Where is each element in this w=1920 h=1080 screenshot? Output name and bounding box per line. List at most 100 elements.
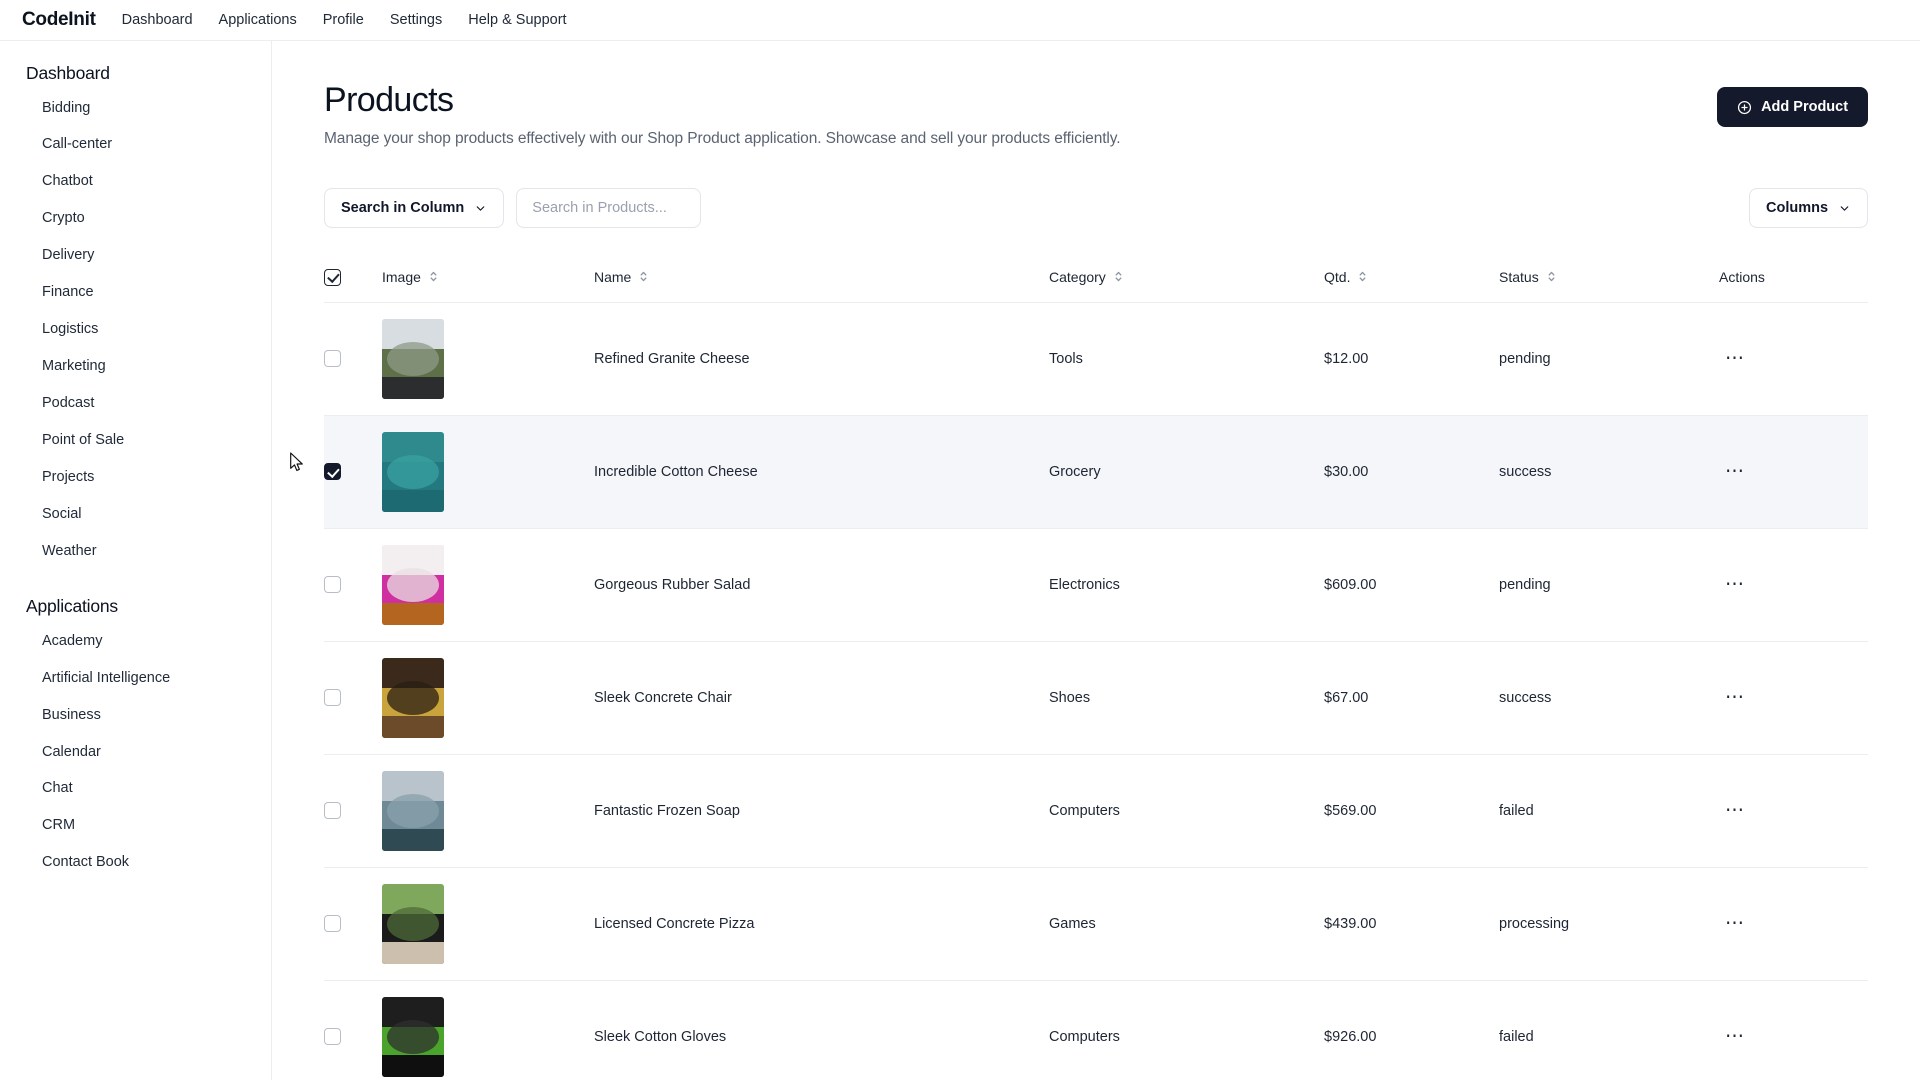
sidebar-item-contact-book[interactable]: Contact Book bbox=[0, 845, 271, 882]
header-label-actions: Actions bbox=[1719, 269, 1765, 285]
table-row[interactable]: Fantastic Frozen SoapComputers$569.00fai… bbox=[324, 754, 1868, 867]
cell-product-name: Sleek Cotton Gloves bbox=[594, 980, 1049, 1080]
cell-image bbox=[382, 754, 594, 867]
table-row[interactable]: Refined Granite CheeseTools$12.00pending… bbox=[324, 302, 1868, 415]
columns-dropdown-button[interactable]: Columns bbox=[1749, 188, 1868, 228]
table-toolbar: Search in Column Columns bbox=[324, 188, 1868, 228]
brand-logo[interactable]: CodeInit bbox=[22, 9, 96, 31]
cell-category: Grocery bbox=[1049, 415, 1324, 528]
cell-select bbox=[324, 641, 382, 754]
status-badge: failed bbox=[1499, 754, 1719, 867]
table-row[interactable]: Sleek Cotton GlovesComputers$926.00faile… bbox=[324, 980, 1868, 1080]
cell-image bbox=[382, 641, 594, 754]
topnav-link-profile[interactable]: Profile bbox=[323, 12, 364, 28]
cell-select bbox=[324, 867, 382, 980]
table-row[interactable]: Incredible Cotton CheeseGrocery$30.00suc… bbox=[324, 415, 1868, 528]
row-select-checkbox[interactable] bbox=[324, 689, 341, 706]
sidebar-item-podcast[interactable]: Podcast bbox=[0, 386, 271, 423]
sort-name-button[interactable]: Name bbox=[594, 269, 649, 285]
table-row[interactable]: Licensed Concrete PizzaGames$439.00proce… bbox=[324, 867, 1868, 980]
cell-category: Computers bbox=[1049, 980, 1324, 1080]
mouse-cursor-pointer bbox=[288, 451, 306, 473]
sidebar-item-academy[interactable]: Academy bbox=[0, 623, 271, 660]
cell-product-name: Sleek Concrete Chair bbox=[594, 641, 1049, 754]
sidebar-item-social[interactable]: Social bbox=[0, 496, 271, 533]
columns-button-label: Columns bbox=[1766, 200, 1828, 216]
top-navigation-bar: CodeInit Dashboard Applications Profile … bbox=[0, 0, 1920, 41]
page-header: Products Manage your shop products effec… bbox=[324, 81, 1868, 148]
sidebar-item-delivery[interactable]: Delivery bbox=[0, 238, 271, 275]
ellipsis-icon[interactable]: ⋯ bbox=[1719, 347, 1752, 370]
cell-product-name: Incredible Cotton Cheese bbox=[594, 415, 1049, 528]
row-select-checkbox[interactable] bbox=[324, 1028, 341, 1045]
sort-qtd-button[interactable]: Qtd. bbox=[1324, 269, 1368, 285]
status-badge: pending bbox=[1499, 528, 1719, 641]
cell-actions: ⋯ bbox=[1719, 980, 1868, 1080]
sidebar-item-bidding[interactable]: Bidding bbox=[0, 90, 271, 127]
ellipsis-icon[interactable]: ⋯ bbox=[1719, 573, 1752, 596]
sidebar-item-point-of-sale[interactable]: Point of Sale bbox=[0, 422, 271, 459]
row-select-checkbox[interactable] bbox=[324, 915, 341, 932]
cell-select bbox=[324, 302, 382, 415]
header-cell-name: Name bbox=[594, 254, 1049, 302]
sidebar-item-calendar[interactable]: Calendar bbox=[0, 734, 271, 771]
sidebar-group-title-dashboard: Dashboard bbox=[0, 63, 271, 90]
sidebar-item-artificial-intelligence[interactable]: Artificial Intelligence bbox=[0, 660, 271, 697]
ellipsis-icon[interactable]: ⋯ bbox=[1719, 1025, 1752, 1048]
row-select-checkbox[interactable] bbox=[324, 463, 341, 480]
row-select-checkbox[interactable] bbox=[324, 576, 341, 593]
select-all-checkbox[interactable] bbox=[324, 269, 341, 286]
products-table-head: Image Name bbox=[324, 254, 1868, 302]
table-row[interactable]: Gorgeous Rubber SaladElectronics$609.00p… bbox=[324, 528, 1868, 641]
cell-select bbox=[324, 980, 382, 1080]
sidebar-item-projects[interactable]: Projects bbox=[0, 459, 271, 496]
sidebar-item-marketing[interactable]: Marketing bbox=[0, 349, 271, 386]
sidebar-item-weather[interactable]: Weather bbox=[0, 533, 271, 570]
cell-qtd: $609.00 bbox=[1324, 528, 1499, 641]
sort-status-button[interactable]: Status bbox=[1499, 269, 1557, 285]
search-products-input[interactable] bbox=[516, 188, 701, 228]
sidebar-item-business[interactable]: Business bbox=[0, 697, 271, 734]
ellipsis-icon[interactable]: ⋯ bbox=[1719, 460, 1752, 483]
row-select-checkbox[interactable] bbox=[324, 802, 341, 819]
sidebar-item-chatbot[interactable]: Chatbot bbox=[0, 164, 271, 201]
cell-image bbox=[382, 415, 594, 528]
sort-category-button[interactable]: Category bbox=[1049, 269, 1124, 285]
cell-select bbox=[324, 415, 382, 528]
row-select-checkbox[interactable] bbox=[324, 350, 341, 367]
cell-actions: ⋯ bbox=[1719, 415, 1868, 528]
chevron-down-icon bbox=[474, 202, 487, 215]
plus-circle-icon bbox=[1737, 100, 1752, 115]
cell-category: Electronics bbox=[1049, 528, 1324, 641]
sidebar-item-crypto[interactable]: Crypto bbox=[0, 201, 271, 238]
app-shell: DashboardBiddingCall-centerChatbotCrypto… bbox=[0, 41, 1920, 1080]
cell-product-name: Gorgeous Rubber Salad bbox=[594, 528, 1049, 641]
sort-arrows-icon bbox=[1546, 270, 1557, 283]
cell-product-name: Licensed Concrete Pizza bbox=[594, 867, 1049, 980]
table-row[interactable]: Sleek Concrete ChairShoes$67.00success⋯ bbox=[324, 641, 1868, 754]
header-label-image: Image bbox=[382, 269, 421, 285]
sidebar-item-crm[interactable]: CRM bbox=[0, 808, 271, 845]
topnav-link-applications[interactable]: Applications bbox=[219, 12, 297, 28]
products-table-header-row: Image Name bbox=[324, 254, 1868, 302]
sidebar-item-finance[interactable]: Finance bbox=[0, 275, 271, 312]
header-label-name: Name bbox=[594, 269, 631, 285]
add-product-button[interactable]: Add Product bbox=[1717, 87, 1868, 127]
ellipsis-icon[interactable]: ⋯ bbox=[1719, 799, 1752, 822]
topnav-link-dashboard[interactable]: Dashboard bbox=[122, 12, 193, 28]
sidebar-item-chat[interactable]: Chat bbox=[0, 771, 271, 808]
ellipsis-icon[interactable]: ⋯ bbox=[1719, 912, 1752, 935]
sort-arrows-icon bbox=[1357, 270, 1368, 283]
search-in-column-dropdown[interactable]: Search in Column bbox=[324, 188, 504, 228]
topnav-link-settings[interactable]: Settings bbox=[390, 12, 442, 28]
cell-image bbox=[382, 980, 594, 1080]
sidebar: DashboardBiddingCall-centerChatbotCrypto… bbox=[0, 41, 272, 1080]
ellipsis-icon[interactable]: ⋯ bbox=[1719, 686, 1752, 709]
header-cell-status: Status bbox=[1499, 254, 1719, 302]
sort-image-button[interactable]: Image bbox=[382, 269, 439, 285]
sidebar-item-call-center[interactable]: Call-center bbox=[0, 127, 271, 164]
product-thumbnail-green-tractor bbox=[382, 997, 444, 1077]
product-thumbnail-wood-door bbox=[382, 658, 444, 738]
sidebar-item-logistics[interactable]: Logistics bbox=[0, 312, 271, 349]
topnav-link-help-support[interactable]: Help & Support bbox=[468, 12, 566, 28]
